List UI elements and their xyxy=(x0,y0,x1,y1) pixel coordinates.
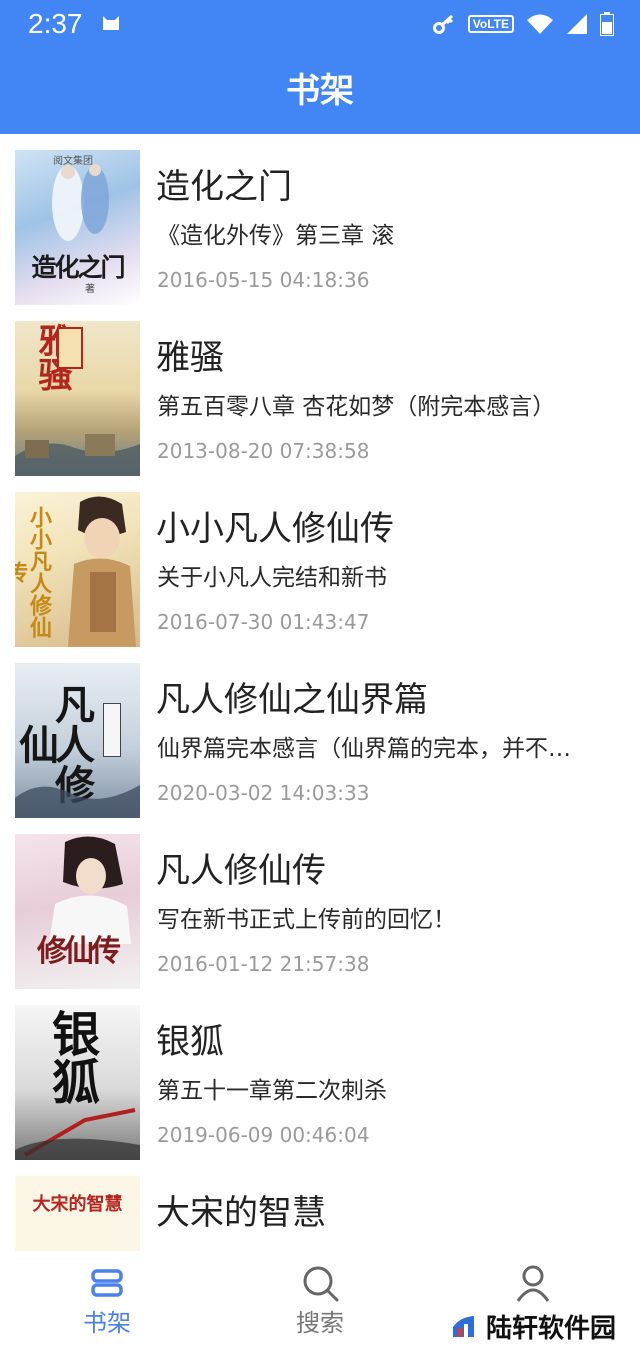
book-latest-chapter: 关于小凡人完结和新书 xyxy=(157,565,387,591)
book-update-time: 2016-01-12 21:57:38 xyxy=(157,952,370,976)
book-latest-chapter: 第五十一章第二次刺杀 xyxy=(157,1078,387,1104)
book-title: 大宋的智慧 xyxy=(156,1193,326,1233)
book-latest-chapter: 写在新书正式上传前的回忆！ xyxy=(157,907,456,933)
cat-icon xyxy=(103,16,119,30)
book-cover: 小小凡人修仙传 xyxy=(15,492,140,647)
page-title: 书架 xyxy=(286,71,354,111)
tab-label: 书架 xyxy=(83,1309,131,1337)
tab-label: 搜索 xyxy=(296,1309,344,1337)
book-update-time: 2013-08-20 07:38:58 xyxy=(157,439,370,463)
book-item[interactable]: 银狐 银狐 第五十一章第二次刺杀 2019-06-09 00:46:04 xyxy=(0,989,640,1160)
cover-title: 造化之门 xyxy=(31,253,125,282)
book-title: 雅骚 xyxy=(156,338,224,378)
cover-title: 大宋的智慧 xyxy=(32,1194,123,1215)
book-cover: 凡人修仙 xyxy=(15,663,140,818)
book-title: 银狐 xyxy=(156,1022,224,1062)
book-title: 凡人修仙传 xyxy=(156,851,326,891)
watermark-text: 陆轩软件园 xyxy=(486,1314,617,1344)
book-update-time: 2020-03-02 14:03:33 xyxy=(157,781,370,805)
status-bar: 2:37 VoLTE xyxy=(0,0,640,48)
wifi-icon xyxy=(527,14,553,34)
book-item[interactable]: 小小凡人修仙传 小小凡人修仙传 关于小凡人完结和新书 2016-07-30 01… xyxy=(0,476,640,647)
book-update-time: 2016-07-30 01:43:47 xyxy=(157,610,370,634)
book-cover: 雅骚 xyxy=(15,321,140,476)
book-cover: 修仙传 xyxy=(15,834,140,989)
battery-icon xyxy=(600,12,614,36)
status-icons: VoLTE xyxy=(432,10,614,38)
book-cover: 银狐 xyxy=(15,1005,140,1160)
book-latest-chapter: 第五百零八章 杏花如梦（附完本感言） xyxy=(157,394,556,420)
watermark-logo-icon xyxy=(453,1315,474,1337)
search-icon xyxy=(303,1266,339,1302)
book-update-time: 2016-05-15 04:18:36 xyxy=(157,268,370,292)
book-title: 小小凡人修仙传 xyxy=(156,509,394,549)
cover-title: 银狐 xyxy=(43,1009,99,1105)
watermark: 陆轩软件园 xyxy=(440,1302,640,1351)
app-bar: 书架 xyxy=(0,48,640,134)
book-latest-chapter: 《造化外传》第三章 滚 xyxy=(157,223,395,249)
book-item[interactable]: 修仙传 凡人修仙传 写在新书正式上传前的回忆！ 2016-01-12 21:57… xyxy=(0,818,640,989)
book-list[interactable]: 阅文集团 造化之门 著 造化之门 《造化外传》第三章 滚 2016-05-15 … xyxy=(0,134,640,1251)
cover-title: 修仙传 xyxy=(37,934,121,969)
book-item[interactable]: 雅骚 雅骚 第五百零八章 杏花如梦（附完本感言） 2013-08-20 07:3… xyxy=(0,305,640,476)
tab-bookshelf[interactable]: 书架 xyxy=(27,1251,187,1351)
book-title: 造化之门 xyxy=(156,167,292,207)
book-update-time: 2019-06-09 00:46:04 xyxy=(157,1123,370,1147)
book-title: 凡人修仙之仙界篇 xyxy=(156,680,428,720)
key-icon xyxy=(432,14,453,34)
cover-title: 小小凡人修仙传 xyxy=(15,505,52,638)
book-latest-chapter: 仙界篇完本感言（仙界篇的完本，并不… xyxy=(157,736,571,762)
book-cover: 大宋的智慧 xyxy=(15,1176,140,1251)
volte-icon: VoLTE xyxy=(467,15,514,33)
book-item[interactable]: 阅文集团 造化之门 著 造化之门 《造化外传》第三章 滚 2016-05-15 … xyxy=(0,134,640,305)
status-time: 2:37 xyxy=(28,8,83,39)
tab-search[interactable]: 搜索 xyxy=(240,1251,400,1351)
profile-icon xyxy=(516,1265,550,1302)
book-cover: 阅文集团 造化之门 著 xyxy=(15,150,140,305)
signal-icon xyxy=(567,14,587,34)
book-item[interactable]: 大宋的智慧 大宋的智慧 xyxy=(0,1160,640,1251)
bookshelf-icon xyxy=(91,1269,123,1297)
book-item[interactable]: 凡人修仙 凡人修仙之仙界篇 仙界篇完本感言（仙界篇的完本，并不… 2020-03… xyxy=(0,647,640,818)
